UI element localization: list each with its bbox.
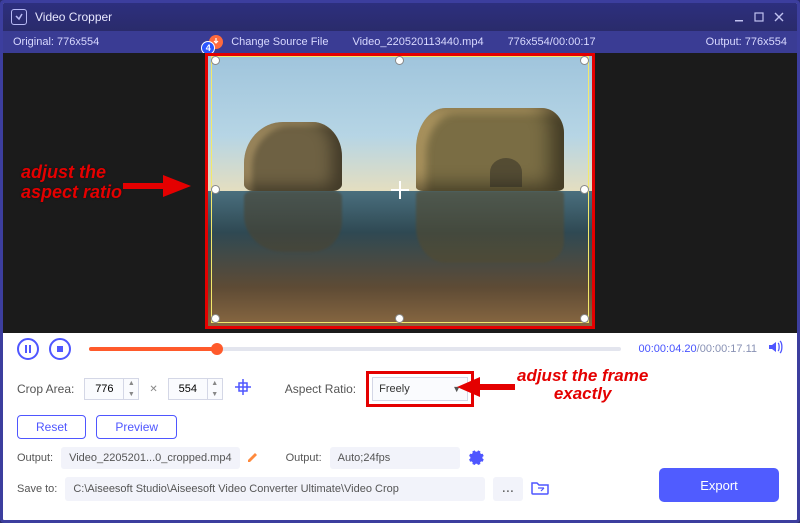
original-size-label: Original: 776x554: [13, 36, 99, 48]
open-folder-icon[interactable]: [531, 480, 549, 499]
app-window: Video Cropper Original: 776x554 4 Change…: [0, 0, 800, 523]
spinner-up[interactable]: ▲: [208, 378, 222, 389]
annotation-arrow-icon: [455, 374, 515, 403]
output-size-label: Output: 776x554: [706, 36, 787, 48]
video-preview[interactable]: [205, 53, 595, 329]
minimize-button[interactable]: [729, 7, 749, 27]
annotation-aspect-text: adjust the aspect ratio: [21, 163, 122, 203]
timeline-thumb[interactable]: [211, 343, 223, 355]
crop-handle-bm[interactable]: [395, 314, 404, 323]
crop-handle-tl[interactable]: [211, 56, 220, 65]
volume-icon[interactable]: [767, 339, 783, 360]
pause-button[interactable]: [17, 338, 39, 360]
crop-width-field[interactable]: [85, 383, 123, 395]
crop-width-input[interactable]: ▲▼: [84, 378, 139, 400]
crop-handle-ml[interactable]: [211, 185, 220, 194]
crop-center-icon[interactable]: [391, 181, 409, 199]
change-source-link[interactable]: Change Source File: [231, 36, 328, 48]
stop-button[interactable]: [49, 338, 71, 360]
info-bar: Original: 776x554 4 Change Source File V…: [3, 31, 797, 53]
maximize-button[interactable]: [749, 7, 769, 27]
aspect-ratio-label: Aspect Ratio:: [285, 382, 356, 396]
crop-handle-bl[interactable]: [211, 314, 220, 323]
spinner-up[interactable]: ▲: [124, 378, 138, 389]
output-row: Output: Video_2205201...0_cropped.mp4 Ou…: [17, 447, 783, 469]
time-display: 00:00:04.20/00:00:17.11: [639, 343, 757, 355]
window-title: Video Cropper: [35, 10, 729, 24]
save-path: C:\Aiseesoft Studio\Aiseesoft Video Conv…: [65, 477, 485, 501]
aspect-ratio-value: Freely: [379, 383, 410, 395]
change-source-icon[interactable]: 4: [209, 35, 223, 49]
crop-handle-mr[interactable]: [580, 185, 589, 194]
output-setting: Auto;24fps: [330, 447, 460, 469]
reset-button[interactable]: Reset: [17, 415, 86, 439]
times-icon: ✕: [149, 384, 157, 395]
spinner-down[interactable]: ▼: [124, 389, 138, 400]
source-filename: Video_220520113440.mp4: [352, 36, 483, 48]
total-time: 00:00:17.11: [700, 343, 757, 355]
crop-handle-br[interactable]: [580, 314, 589, 323]
current-time: 00:00:04.20: [639, 343, 697, 355]
source-dims-duration: 776x554/00:00:17: [508, 36, 596, 48]
output-filename: Video_2205201...0_cropped.mp4: [61, 447, 240, 469]
annotation-arrow-icon: [123, 171, 193, 206]
output-label-2: Output:: [286, 452, 322, 464]
center-align-icon[interactable]: [233, 377, 253, 402]
gear-icon[interactable]: [468, 449, 484, 468]
crop-area-label: Crop Area:: [17, 382, 74, 396]
app-logo-icon: [11, 9, 27, 25]
crop-handle-tr[interactable]: [580, 56, 589, 65]
titlebar: Video Cropper: [3, 3, 797, 31]
preview-area: adjust the aspect ratio: [3, 53, 797, 333]
timeline-slider[interactable]: [89, 347, 621, 351]
spinner-down[interactable]: ▼: [208, 389, 222, 400]
preview-button[interactable]: Preview: [96, 415, 177, 439]
save-to-label: Save to:: [17, 483, 57, 495]
export-button[interactable]: Export: [659, 468, 779, 502]
crop-handle-tm[interactable]: [395, 56, 404, 65]
output-label-1: Output:: [17, 452, 53, 464]
annotation-frame-text: adjust the frame exactly: [517, 367, 648, 403]
playback-bar: 00:00:04.20/00:00:17.11: [3, 333, 797, 365]
close-button[interactable]: [769, 7, 789, 27]
crop-height-input[interactable]: ▲▼: [168, 378, 223, 400]
aspect-ratio-select[interactable]: Freely ▼: [372, 377, 468, 401]
crop-height-field[interactable]: [169, 383, 207, 395]
edit-icon[interactable]: [246, 450, 260, 467]
crop-frame[interactable]: [211, 56, 589, 323]
browse-button[interactable]: ...: [493, 477, 523, 501]
